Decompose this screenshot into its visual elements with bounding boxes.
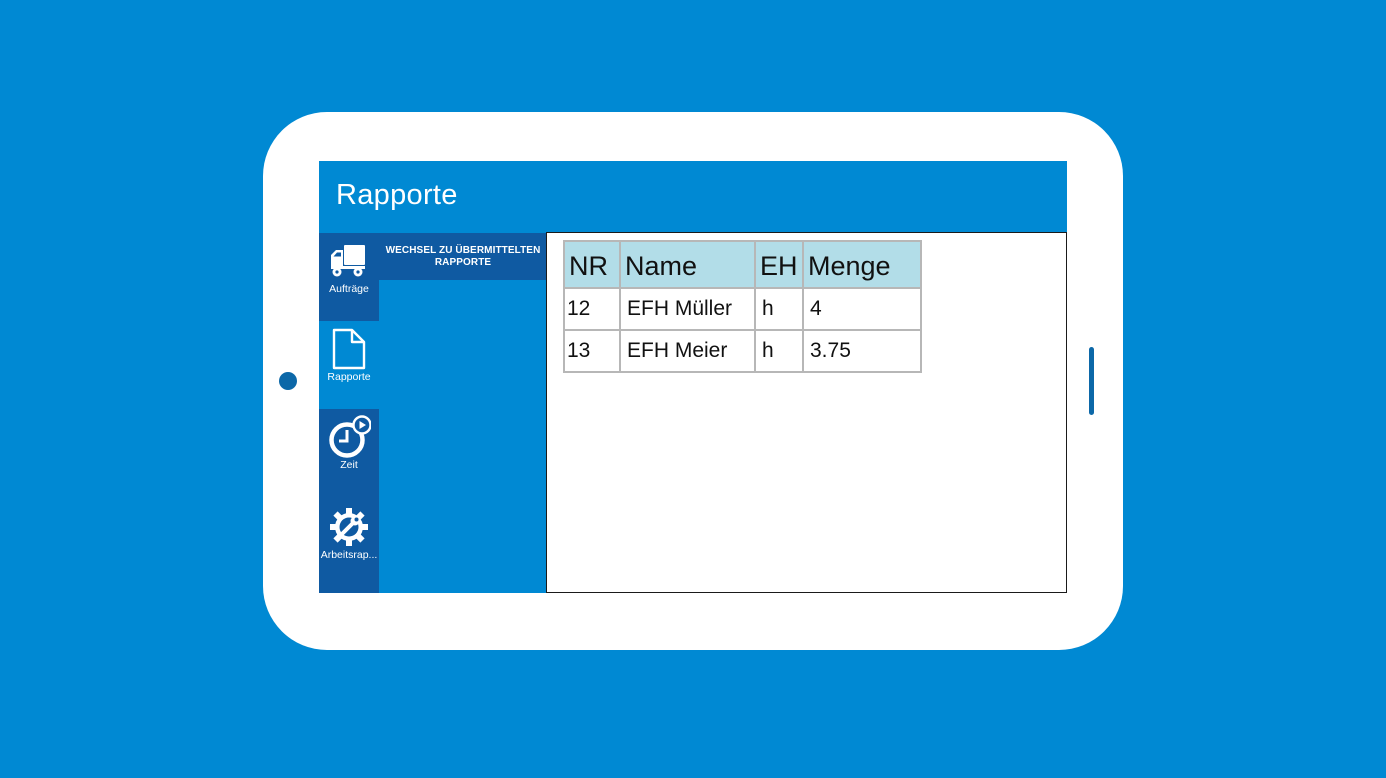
nav-item-label: Rapporte (327, 371, 371, 383)
nav-rail: Aufträge Rapporte Zeit Arbeitsrap... (319, 233, 379, 593)
report-list-pane: WECHSEL ZU ÜBERMITTELTEN RAPPORTE (379, 233, 547, 593)
report-detail-pane: NR Name EH Menge 12 EFH Müller h 4 13 EF… (546, 232, 1067, 593)
table-row[interactable]: 12 EFH Müller h 4 (563, 287, 922, 331)
cell-nr: 13 (563, 329, 621, 373)
app-screen: Rapporte Aufträge Rapporte Zeit Arbeitsr… (319, 161, 1067, 593)
nav-item-arbeitsrapport[interactable]: Arbeitsrap... (319, 499, 379, 587)
switch-to-submitted-reports-button[interactable]: WECHSEL ZU ÜBERMITTELTEN RAPPORTE (379, 233, 547, 280)
table-row[interactable]: 13 EFH Meier h 3.75 (563, 329, 922, 373)
page-title: Rapporte (336, 179, 458, 211)
report-table: NR Name EH Menge 12 EFH Müller h 4 13 EF… (563, 240, 922, 373)
column-header-menge[interactable]: Menge (802, 240, 922, 289)
cell-name: EFH Meier (619, 329, 756, 373)
cell-eh: h (754, 287, 804, 331)
front-camera (279, 372, 297, 390)
column-header-name[interactable]: Name (619, 240, 756, 289)
cell-nr: 12 (563, 287, 621, 331)
column-header-nr[interactable]: NR (563, 240, 621, 289)
nav-item-rapporte[interactable]: Rapporte (319, 321, 379, 409)
nav-item-zeit[interactable]: Zeit (319, 409, 379, 497)
nav-item-auftraege[interactable]: Aufträge (319, 233, 379, 321)
table-header-row: NR Name EH Menge (563, 240, 922, 289)
app-bar: Rapporte (319, 161, 1067, 233)
cell-menge: 3.75 (802, 329, 922, 373)
nav-item-label: Arbeitsrap... (320, 549, 378, 561)
gear-wrench-icon (330, 508, 368, 546)
truck-icon (331, 245, 365, 277)
clock-play-icon (329, 415, 371, 458)
nav-item-label: Aufträge (329, 283, 369, 295)
cell-eh: h (754, 329, 804, 373)
home-indicator (1089, 347, 1094, 415)
column-header-eh[interactable]: EH (754, 240, 804, 289)
cell-name: EFH Müller (619, 287, 756, 331)
cell-menge: 4 (802, 287, 922, 331)
document-icon (332, 328, 366, 370)
nav-item-label: Zeit (340, 459, 358, 471)
